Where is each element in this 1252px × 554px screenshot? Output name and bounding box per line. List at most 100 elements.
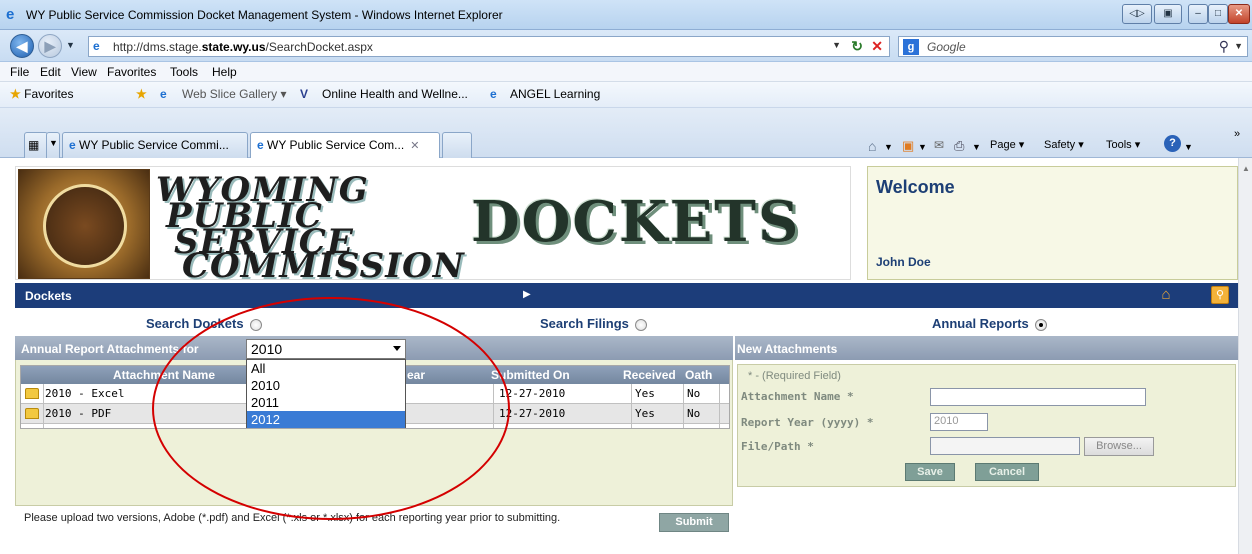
col-attachment-name[interactable]: Attachment Name: [113, 368, 215, 382]
address-url[interactable]: http://dms.stage.state.wy.us/SearchDocke…: [113, 40, 373, 54]
col-submitted-on[interactable]: Submitted On: [491, 368, 570, 382]
welcome-heading: Welcome: [876, 177, 955, 197]
column-divider: [493, 384, 494, 428]
column-divider: [719, 384, 720, 428]
file-path-input[interactable]: [930, 437, 1080, 455]
menu-file[interactable]: File: [10, 65, 29, 79]
favorites-button[interactable]: ★ Favorites: [10, 87, 73, 101]
site-header: WYOMING PUBLIC SERVICE COMMISSION DOCKET…: [15, 166, 851, 286]
year-option-all[interactable]: All: [247, 360, 405, 377]
minimize-button[interactable]: –: [1188, 4, 1208, 24]
year-option-2010[interactable]: 2010: [247, 377, 405, 394]
help-dropdown-icon[interactable]: ▼: [1184, 142, 1193, 152]
home-icon[interactable]: ⌂: [868, 138, 876, 154]
search-provider: Google: [927, 40, 966, 54]
mode-search-filings[interactable]: Search Filings: [540, 316, 647, 331]
print-icon[interactable]: ⎙: [954, 138, 964, 154]
chevron-down-icon: [393, 346, 401, 351]
search-icon[interactable]: ⚲: [1219, 38, 1229, 55]
navigation-bar: ◀ ▶ ▼ e http://dms.stage.state.wy.us/Sea…: [0, 30, 1252, 62]
column-divider: [683, 384, 684, 428]
fav-online-health[interactable]: Online Health and Wellne...: [322, 87, 468, 101]
search-dropdown-icon[interactable]: ▼: [1234, 41, 1243, 51]
close-button[interactable]: ✕: [1228, 4, 1250, 24]
window-tile-icon[interactable]: ▣: [1154, 4, 1182, 24]
home-icon[interactable]: ⌂: [1157, 286, 1175, 304]
col-received[interactable]: Received: [623, 368, 676, 382]
stop-icon[interactable]: ✕: [871, 38, 883, 55]
year-option-2012[interactable]: 2012: [247, 411, 405, 428]
year-options-list[interactable]: All 2010 2011 2012: [246, 359, 406, 428]
address-dropdown-icon[interactable]: ▼: [832, 40, 841, 50]
state-seal-logo: [18, 169, 150, 279]
logout-icon[interactable]: ⚲: [1211, 286, 1229, 304]
menu-favorites[interactable]: Favorites: [107, 65, 156, 79]
required-field-note: * - (Required Field): [748, 370, 841, 382]
back-button[interactable]: ◀: [10, 34, 34, 58]
nav-arrow-icon: ▶: [523, 289, 531, 300]
new-attachments-title: New Attachments: [737, 342, 838, 356]
add-favorite-icon[interactable]: ★: [136, 87, 147, 101]
column-divider: [631, 384, 632, 428]
window-title-bar: e WY Public Service Commission Docket Ma…: [0, 0, 1252, 30]
menu-tools[interactable]: Tools: [170, 65, 198, 79]
mode-search-dockets[interactable]: Search Dockets: [146, 316, 262, 331]
forward-button[interactable]: ▶: [38, 34, 62, 58]
radio-search-filings[interactable]: [634, 318, 647, 331]
col-oath[interactable]: Oath: [685, 368, 712, 382]
print-dropdown-icon[interactable]: ▼: [972, 142, 981, 152]
mode-annual-reports[interactable]: Annual Reports: [932, 316, 1047, 331]
search-box[interactable]: g Google ⚲ ▼: [898, 36, 1248, 57]
restore-tabs-icon[interactable]: ◁▷: [1122, 4, 1152, 24]
menu-view[interactable]: View: [71, 65, 97, 79]
logo-text-line-4: COMMISSION: [182, 246, 465, 286]
tab-1[interactable]: e WY Public Service Commi...: [62, 132, 248, 158]
report-year-input[interactable]: 2010: [930, 413, 988, 431]
folder-icon: [25, 408, 39, 419]
history-dropdown-icon[interactable]: ▼: [66, 40, 75, 50]
home-dropdown-icon[interactable]: ▼: [884, 142, 893, 152]
year-select[interactable]: 2010: [246, 339, 406, 359]
col-year[interactable]: ear: [407, 368, 425, 382]
page-scrollbar[interactable]: ▲: [1238, 158, 1252, 554]
feeds-icon[interactable]: ▣: [902, 138, 914, 154]
nav-dockets[interactable]: Dockets: [25, 289, 72, 303]
ie-page-icon: e: [490, 87, 497, 101]
fav-angel-learning[interactable]: ANGEL Learning: [510, 87, 600, 101]
folder-icon: [25, 388, 39, 399]
tools-menu[interactable]: Tools ▾: [1106, 138, 1140, 151]
help-icon[interactable]: ?: [1164, 135, 1181, 152]
browse-button[interactable]: Browse...: [1084, 437, 1154, 456]
ie-page-icon: e: [257, 138, 264, 152]
welcome-panel: Welcome John Doe: [867, 166, 1238, 280]
close-tab-icon[interactable]: ✕: [410, 140, 419, 152]
attachment-name-input[interactable]: [930, 388, 1146, 406]
page-menu[interactable]: Page ▾: [990, 138, 1024, 151]
cell-received: Yes: [635, 407, 655, 420]
menu-edit[interactable]: Edit: [40, 65, 61, 79]
year-option-2011[interactable]: 2011: [247, 394, 405, 411]
radio-search-dockets[interactable]: [249, 318, 262, 331]
radio-annual-reports[interactable]: [1034, 318, 1047, 331]
save-button[interactable]: Save: [905, 463, 955, 481]
chevron-more-icon[interactable]: »: [1234, 128, 1240, 140]
cancel-button[interactable]: Cancel: [975, 463, 1039, 481]
tab-2[interactable]: e WY Public Service Com... ✕: [250, 132, 440, 158]
cell-oath: No: [687, 407, 701, 420]
page-icon: e: [93, 39, 100, 53]
submit-button[interactable]: Submit: [659, 513, 729, 532]
tab-list-icon[interactable]: ▼: [46, 132, 60, 158]
new-tab-button[interactable]: [442, 132, 472, 158]
address-bar[interactable]: e http://dms.stage.state.wy.us/SearchDoc…: [88, 36, 890, 57]
quick-tabs-icon[interactable]: ▦: [24, 132, 48, 158]
fav-web-slice-gallery[interactable]: Web Slice Gallery ▾: [182, 87, 287, 101]
safety-menu[interactable]: Safety ▾: [1044, 138, 1084, 151]
maximize-button[interactable]: □: [1208, 4, 1228, 24]
menu-help[interactable]: Help: [212, 65, 237, 79]
refresh-icon[interactable]: ↻: [851, 38, 863, 55]
site-nav-strip: Dockets ▶ ⌂ ⚲: [15, 283, 1238, 308]
scroll-up-icon[interactable]: ▲: [1242, 164, 1250, 173]
feeds-dropdown-icon[interactable]: ▼: [918, 142, 927, 152]
attachment-name-label: Attachment Name *: [741, 390, 854, 403]
mail-icon[interactable]: ✉: [934, 138, 944, 152]
